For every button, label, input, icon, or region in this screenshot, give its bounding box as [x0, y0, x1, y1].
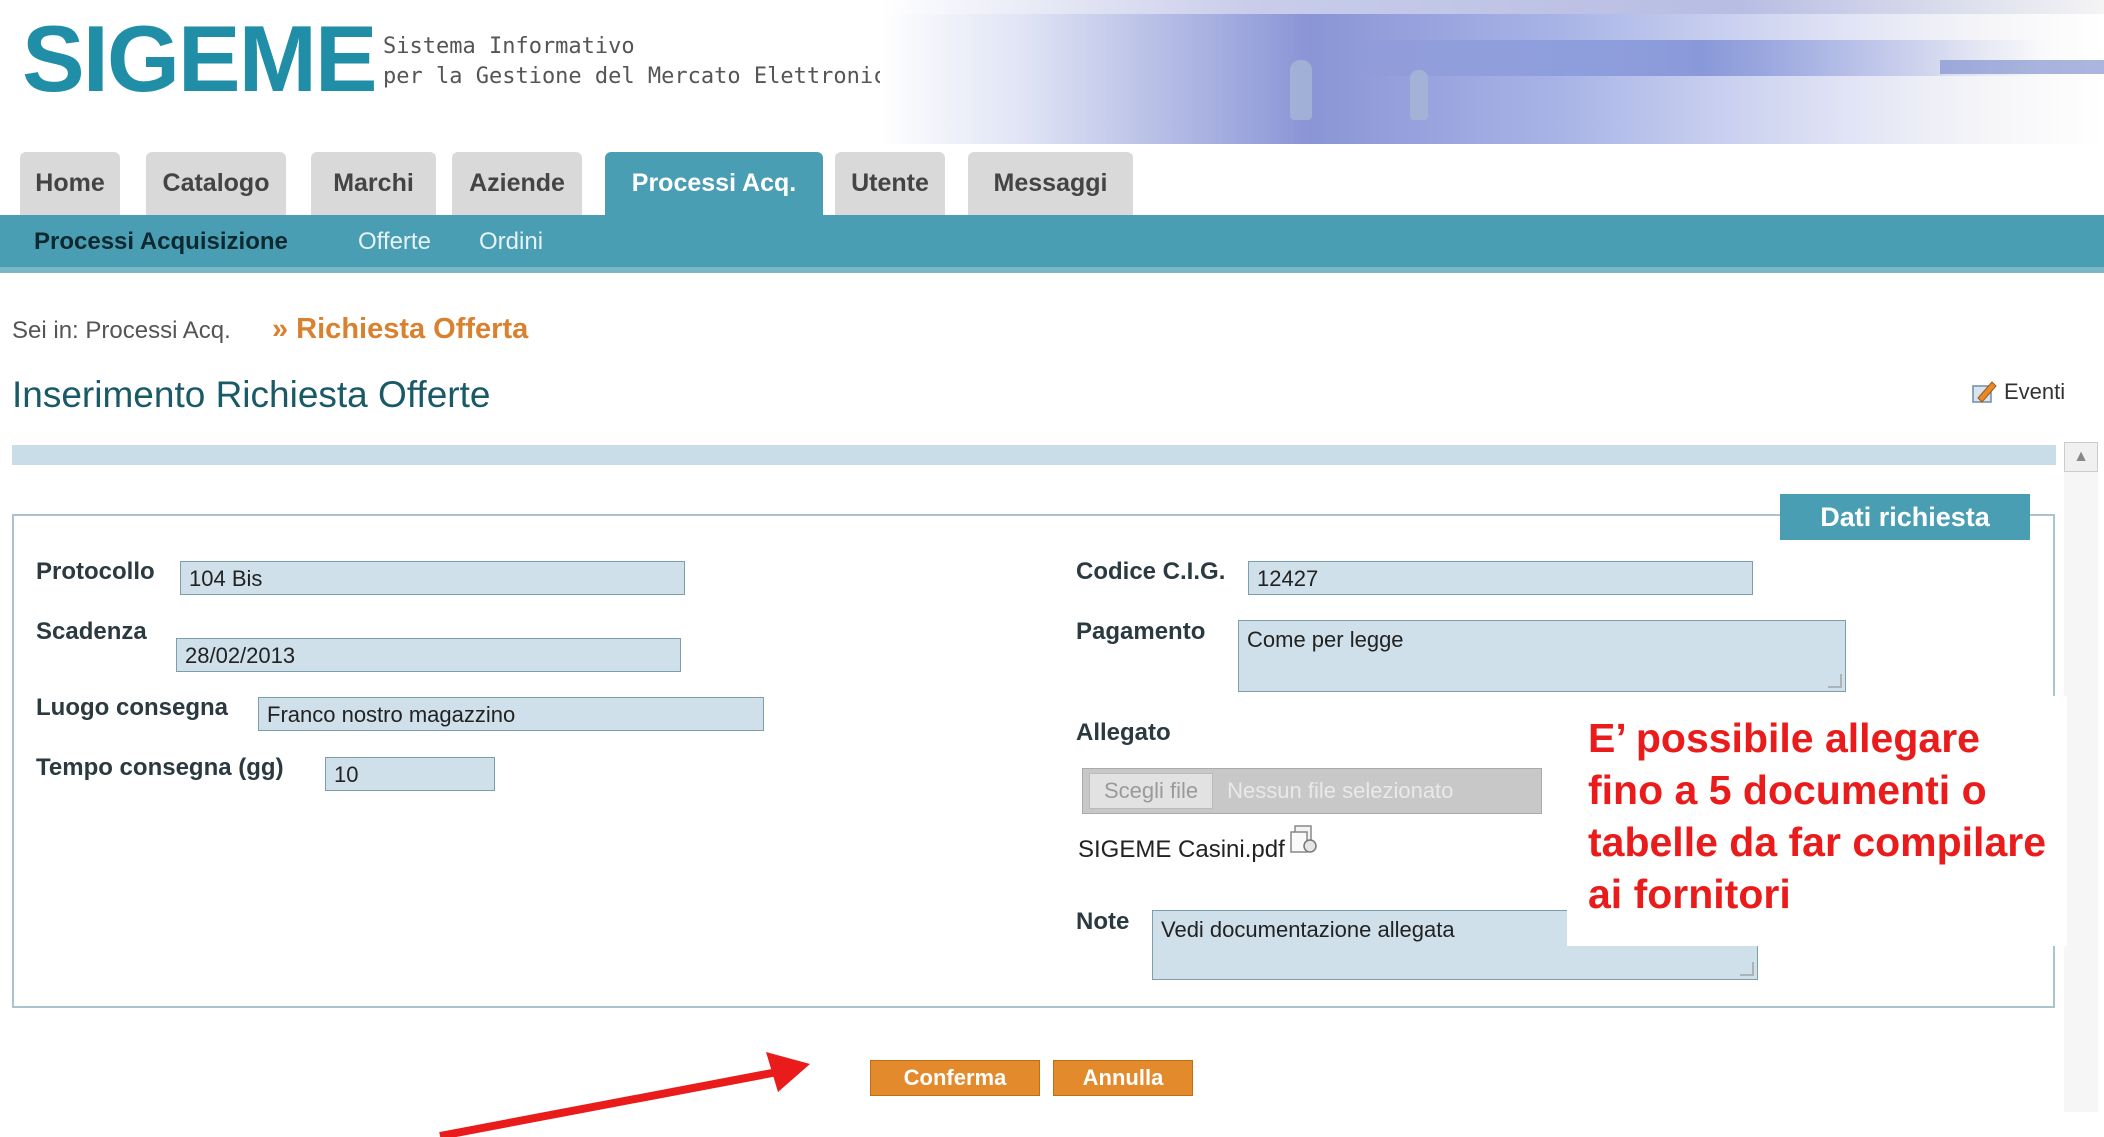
red-arrow-annotation — [439, 1052, 810, 1137]
pagamento-textarea[interactable]: Come per legge — [1238, 620, 1846, 692]
tab-marchi[interactable]: Marchi — [311, 152, 436, 215]
breadcrumb[interactable]: Sei in: Processi Acq. — [12, 317, 231, 345]
tab-aziende[interactable]: Aziende — [452, 152, 582, 215]
section-bar — [12, 445, 2056, 465]
protocollo-input[interactable]: 104 Bis — [180, 561, 685, 595]
conferma-button[interactable]: Conferma — [870, 1060, 1040, 1096]
scroll-up-button[interactable]: ▲ — [2064, 442, 2098, 472]
note-label: Note — [1076, 908, 1130, 935]
annotation-text: E’ possibile allegare fino a 5 documenti… — [1588, 715, 2047, 917]
luogo-consegna-label: Luogo consegna — [36, 694, 228, 721]
page-title: Inserimento Richiesta Offerte — [12, 374, 491, 415]
sub-navigation-bar — [0, 215, 2104, 273]
tab-home[interactable]: Home — [20, 152, 120, 215]
tab-processi-acq[interactable]: Processi Acq. — [605, 152, 823, 215]
choose-file-button[interactable]: Scegli file — [1089, 773, 1214, 809]
header-banner-image — [880, 0, 2104, 150]
codice-cig-input[interactable]: 12427 — [1248, 561, 1753, 595]
subnav-processi-acquisizione[interactable]: Processi Acquisizione — [34, 228, 288, 256]
attached-file[interactable]: SIGEME Casini.pdf — [1078, 825, 1321, 864]
subtitle-line-1: Sistema Informativo — [383, 34, 635, 59]
protocollo-label: Protocollo — [36, 558, 155, 585]
scrollbar-track[interactable] — [2064, 472, 2098, 1112]
note-value: Vedi documentazione allegata — [1161, 917, 1455, 942]
subtitle-line-2: per la Gestione del Mercato Elettronico — [383, 64, 900, 89]
attachment-icon[interactable] — [1287, 822, 1321, 856]
allegato-label: Allegato — [1076, 719, 1171, 746]
tab-utente[interactable]: Utente — [835, 152, 945, 215]
subnav-ordini[interactable]: Ordini — [479, 228, 543, 256]
codice-cig-label: Codice C.I.G. — [1076, 558, 1226, 585]
eventi-label: Eventi — [2004, 379, 2066, 404]
tab-catalogo[interactable]: Catalogo — [146, 152, 286, 215]
breadcrumb-current: » Richiesta Offerta — [272, 313, 529, 345]
subnav-offerte[interactable]: Offerte — [358, 228, 431, 256]
pagamento-label: Pagamento — [1076, 618, 1206, 645]
edit-icon — [1972, 381, 1997, 403]
fieldset-legend: Dati richiesta — [1780, 494, 2030, 540]
resize-grip-icon[interactable] — [1740, 962, 1754, 976]
file-upload-field[interactable]: Scegli file Nessun file selezionato — [1082, 768, 1542, 814]
annulla-button[interactable]: Annulla — [1053, 1060, 1193, 1096]
sigeme-logo: SIGEME — [22, 6, 378, 111]
file-status-text: Nessun file selezionato — [1227, 778, 1454, 803]
pagamento-value: Come per legge — [1247, 627, 1404, 652]
resize-grip-icon[interactable] — [1828, 674, 1842, 688]
luogo-consegna-input[interactable]: Franco nostro magazzino — [258, 697, 764, 731]
attached-file-name[interactable]: SIGEME Casini.pdf — [1078, 836, 1285, 864]
scadenza-label: Scadenza — [36, 618, 147, 645]
tab-messaggi[interactable]: Messaggi — [968, 152, 1133, 215]
eventi-link[interactable]: Eventi — [1970, 378, 2065, 406]
scadenza-input[interactable]: 28/02/2013 — [176, 638, 681, 672]
tempo-consegna-input[interactable]: 10 — [325, 757, 495, 791]
logo-subtitle: Sistema Informativo per la Gestione del … — [383, 32, 900, 92]
tempo-consegna-label: Tempo consegna (gg) — [36, 754, 284, 781]
